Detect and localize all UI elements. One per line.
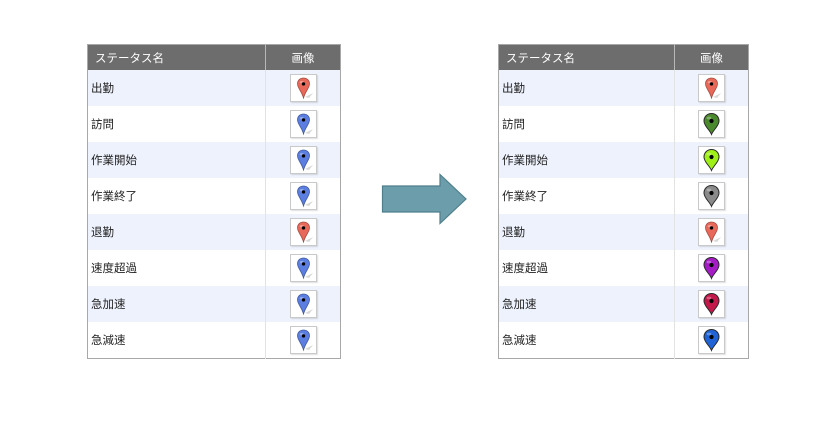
marker-image-box bbox=[698, 218, 725, 246]
image-cell bbox=[675, 322, 749, 359]
marker-image-box bbox=[698, 290, 725, 318]
marker-image-box bbox=[289, 110, 317, 138]
image-cell bbox=[675, 142, 749, 178]
status-name-cell: 出勤 bbox=[87, 70, 266, 106]
status-name-cell: 作業終了 bbox=[87, 178, 266, 214]
image-cell bbox=[266, 214, 341, 250]
map-pin-icon bbox=[296, 113, 313, 136]
right-arrow-icon bbox=[381, 173, 467, 225]
status-name-cell: 速度超過 bbox=[87, 250, 266, 286]
image-cell bbox=[266, 286, 341, 322]
marker-image-box bbox=[289, 74, 317, 102]
marker-image-box bbox=[698, 74, 725, 102]
image-column-header: 画像 bbox=[265, 44, 341, 70]
image-cell bbox=[675, 70, 749, 106]
status-name-cell: 作業終了 bbox=[498, 178, 675, 214]
table-row: 出勤 bbox=[498, 70, 749, 106]
map-pin-icon bbox=[296, 329, 313, 352]
map-pin-icon bbox=[703, 256, 720, 280]
marker-image-box bbox=[289, 146, 317, 174]
table-row: 作業開始 bbox=[87, 142, 341, 178]
table-header-row: ステータス名 画像 bbox=[498, 44, 749, 70]
status-name-cell: 急加速 bbox=[498, 286, 675, 322]
table-row: 速度超過 bbox=[498, 250, 749, 286]
table-row: 作業終了 bbox=[498, 178, 749, 214]
map-pin-icon bbox=[705, 221, 721, 244]
image-cell bbox=[675, 250, 749, 286]
map-pin-icon bbox=[703, 328, 720, 352]
status-table-after: ステータス名 画像 出勤 訪問 作業開始 作業終了 退勤 速度超過 急加速 急減速 bbox=[498, 44, 749, 359]
table-row: 訪問 bbox=[498, 106, 749, 142]
status-name-column-header: ステータス名 bbox=[498, 44, 675, 70]
map-pin-icon bbox=[703, 184, 720, 208]
map-pin-icon bbox=[705, 77, 721, 100]
marker-image-box bbox=[289, 218, 317, 246]
marker-image-box bbox=[289, 326, 317, 354]
status-name-cell: 出勤 bbox=[498, 70, 675, 106]
marker-image-box bbox=[698, 182, 725, 210]
image-cell bbox=[266, 250, 341, 286]
marker-image-box bbox=[698, 110, 725, 138]
map-pin-icon bbox=[703, 148, 720, 172]
table-row: 急減速 bbox=[87, 322, 341, 359]
table-row: 退勤 bbox=[498, 214, 749, 250]
status-name-cell: 訪問 bbox=[498, 106, 675, 142]
status-name-cell: 急減速 bbox=[87, 322, 266, 359]
marker-image-box bbox=[289, 290, 317, 318]
status-name-cell: 退勤 bbox=[87, 214, 266, 250]
table-row: 急減速 bbox=[498, 322, 749, 359]
map-pin-icon bbox=[296, 293, 313, 316]
table-row: 作業終了 bbox=[87, 178, 341, 214]
image-cell bbox=[675, 286, 749, 322]
table-row: 作業開始 bbox=[498, 142, 749, 178]
map-pin-icon bbox=[296, 149, 313, 172]
image-cell bbox=[675, 178, 749, 214]
status-name-cell: 急加速 bbox=[87, 286, 266, 322]
map-pin-icon bbox=[296, 257, 313, 280]
marker-image-box bbox=[289, 254, 317, 282]
status-name-column-header: ステータス名 bbox=[87, 44, 266, 70]
table-header-row: ステータス名 画像 bbox=[87, 44, 341, 70]
map-pin-icon bbox=[296, 185, 313, 208]
marker-image-box bbox=[698, 326, 725, 354]
status-name-cell: 急減速 bbox=[498, 322, 675, 359]
map-pin-icon bbox=[703, 112, 720, 136]
map-pin-icon bbox=[296, 221, 313, 244]
map-pin-icon bbox=[703, 292, 720, 316]
image-cell bbox=[266, 322, 341, 359]
table-row: 退勤 bbox=[87, 214, 341, 250]
image-cell bbox=[266, 106, 341, 142]
table-row: 速度超過 bbox=[87, 250, 341, 286]
image-cell bbox=[266, 178, 341, 214]
marker-image-box bbox=[698, 146, 725, 174]
status-name-cell: 作業開始 bbox=[87, 142, 266, 178]
table-row: 急加速 bbox=[498, 286, 749, 322]
image-cell bbox=[675, 214, 749, 250]
table-row: 急加速 bbox=[87, 286, 341, 322]
status-name-cell: 作業開始 bbox=[498, 142, 675, 178]
map-pin-icon bbox=[296, 77, 313, 100]
arrow-shape bbox=[381, 173, 467, 225]
marker-image-box bbox=[289, 182, 317, 210]
status-name-cell: 速度超過 bbox=[498, 250, 675, 286]
image-cell bbox=[675, 106, 749, 142]
image-cell bbox=[266, 142, 341, 178]
table-row: 出勤 bbox=[87, 70, 341, 106]
image-cell bbox=[266, 70, 341, 106]
status-table-before: ステータス名 画像 出勤 訪問 作業開始 作業終了 退勤 速度超過 急加速 急減速 bbox=[87, 44, 341, 359]
table-row: 訪問 bbox=[87, 106, 341, 142]
marker-image-box bbox=[698, 254, 725, 282]
status-name-cell: 退勤 bbox=[498, 214, 675, 250]
image-column-header: 画像 bbox=[674, 44, 749, 70]
status-name-cell: 訪問 bbox=[87, 106, 266, 142]
